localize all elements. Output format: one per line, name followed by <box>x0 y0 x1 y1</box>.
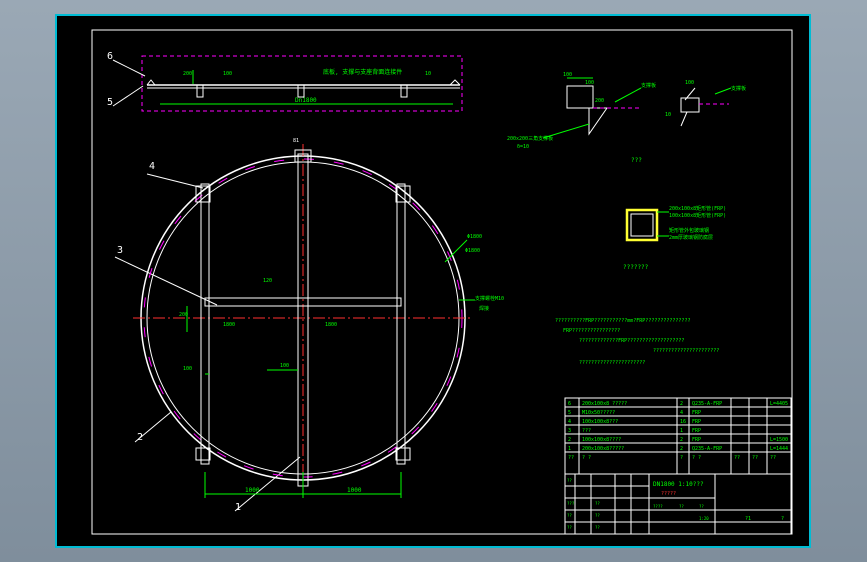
right-label-1: Φ1800 <box>467 234 482 240</box>
bom-cell: ??? <box>582 428 591 434</box>
sheet-background <box>55 14 811 548</box>
bom-cell: FRP <box>692 437 701 443</box>
bom-cell: Q235-A-FRP <box>692 401 722 407</box>
small-dim-mid: 100 <box>280 363 289 369</box>
bom-cell: FRP <box>692 419 701 425</box>
tb-label-tl: ?? <box>567 478 572 483</box>
tb-label-3: ?? <box>567 525 572 530</box>
bom-cell: 2 <box>568 437 571 443</box>
bottom-dim-right: 1000 <box>347 487 362 494</box>
bom-cell: 100x100x8??? <box>582 419 618 425</box>
bom-cell: FRP <box>692 410 701 416</box>
bom-cell: 6 <box>568 401 571 407</box>
bom-cell: 4 <box>680 410 683 416</box>
tb-label-2: ?? <box>567 513 572 518</box>
note-line-2: FRP???????????????? <box>563 328 620 334</box>
small-dim-left: 100 <box>183 366 192 372</box>
top-view-dim-text: Dn1800 <box>295 97 317 104</box>
callout-4: 4 <box>149 161 155 172</box>
detail-a-note-2: 200x200三角支撑板 <box>507 135 553 142</box>
tb-scale: 1:20 <box>699 516 709 521</box>
top-view-left-dim: 200 <box>183 71 192 77</box>
center-dim-3: 1800 <box>325 322 337 328</box>
center-dim-2: 1800 <box>223 322 235 328</box>
bom-header-cell: ?? <box>734 455 740 461</box>
center-dim-1: 120 <box>263 278 272 284</box>
section-note-3: 矩形管外包玻璃钢 <box>669 227 709 234</box>
bom-cell: 1 <box>680 428 683 434</box>
detail-a-title: ??? <box>631 157 642 164</box>
top-view-right-dim: 10 <box>425 71 431 77</box>
section-note-4: 2mm厚玻璃钢防腐层 <box>669 234 713 241</box>
note-line-3: ?????????????FRP??????????????????? <box>579 338 684 344</box>
bom-cell: 2 <box>680 446 683 452</box>
right-note-2: 焊接 <box>479 305 489 312</box>
callout-2: 2 <box>137 432 143 443</box>
bom-cell: 5 <box>568 410 571 416</box>
bom-cell: 200x100x8 ????? <box>582 401 627 407</box>
tb-sheets: ? <box>781 516 784 522</box>
bom-cell: 1 <box>568 446 571 452</box>
left-dim: 200 <box>179 312 188 318</box>
bom-cell: L=4405 <box>770 401 788 407</box>
bom-cell: M10x50????? <box>582 410 615 416</box>
detail-b-label-2: 10 <box>665 112 671 118</box>
tb-scale-label: ?? <box>699 504 704 509</box>
bom-header-cell: ?? <box>752 455 758 461</box>
bom-cell: 16 <box>680 419 686 425</box>
top-label: 81 <box>293 138 299 144</box>
section-note-1: 200x100x8矩形管(FRP) <box>669 205 726 212</box>
bom-header-cell: ? ? <box>582 455 591 461</box>
top-view-mid-dim: 100 <box>223 71 232 77</box>
tb-label-4: ?? <box>595 501 600 506</box>
note-line-5: ?????????????????????? <box>579 360 645 366</box>
tb-sheet: ?1 <box>745 516 751 522</box>
bom-cell: L=1444 <box>770 446 788 452</box>
drawing-sheet: Dn1800 200 100 10 底板, 支撑与支座背面连接件 6 5 4 3… <box>55 14 811 548</box>
bom-cell: Q235-A-FRP <box>692 446 722 452</box>
bom-cell: 2 <box>680 437 683 443</box>
note-line-4: ?????????????????????? <box>653 348 719 354</box>
detail-b-note-1: 支撑板 <box>731 85 746 92</box>
detail-a-note-3: δ=10 <box>517 144 529 150</box>
bom-cell: 4 <box>568 419 571 425</box>
callout-5: 5 <box>107 97 113 108</box>
section-note-2: 100x100x8矩形管(FRP) <box>669 212 726 219</box>
bom-cell: L=1500 <box>770 437 788 443</box>
drawing-canvas: Dn1800 200 100 10 底板, 支撑与支座背面连接件 6 5 4 3… <box>55 14 811 548</box>
title-text-1: DN1800 1:10??? <box>653 481 704 488</box>
note-line-1: ??????????FRP???????????mm?FRP??????????… <box>555 318 690 324</box>
bom-cell: 100x100x8???? <box>582 437 621 443</box>
right-note-1: 支撑螺栓M10 <box>475 295 504 302</box>
tb-label-1: ??? <box>567 501 575 506</box>
bom-cell: 2 <box>680 401 683 407</box>
bom-cell: 200x100x8????? <box>582 446 624 452</box>
bom-header-cell: ?? <box>568 455 574 461</box>
right-label-2: Φ1800 <box>465 248 480 254</box>
detail-a-note-1: 支撑板 <box>641 82 656 89</box>
bottom-dim-left: 1000 <box>245 487 260 494</box>
tb-label-5: ?? <box>595 513 600 518</box>
section-title: ??????? <box>623 264 649 271</box>
callout-6: 6 <box>107 51 113 62</box>
bom-header-cell: ?? <box>770 455 776 461</box>
detail-a-label-1: 100 <box>563 72 572 78</box>
tb-weight-label: ?? <box>679 504 684 509</box>
tb-ratio-label: ???? <box>653 504 663 509</box>
bom-header-cell: ? ? <box>692 455 701 461</box>
tb-label-6: ?? <box>595 525 600 530</box>
callout-1: 1 <box>235 502 241 513</box>
bom-cell: FRP <box>692 428 701 434</box>
title-text-2: ????? <box>661 491 676 497</box>
cad-viewport: Dn1800 200 100 10 底板, 支撑与支座背面连接件 6 5 4 3… <box>0 0 867 562</box>
bom-header-cell: ? <box>680 455 683 461</box>
top-view-note: 底板, 支撑与支座背面连接件 <box>323 68 402 76</box>
detail-a-label-2: 100 <box>585 80 594 86</box>
bom-cell: 3 <box>568 428 571 434</box>
callout-3: 3 <box>117 245 123 256</box>
detail-b-label-1: 100 <box>685 80 694 86</box>
detail-a-label-3: 200 <box>595 98 604 104</box>
